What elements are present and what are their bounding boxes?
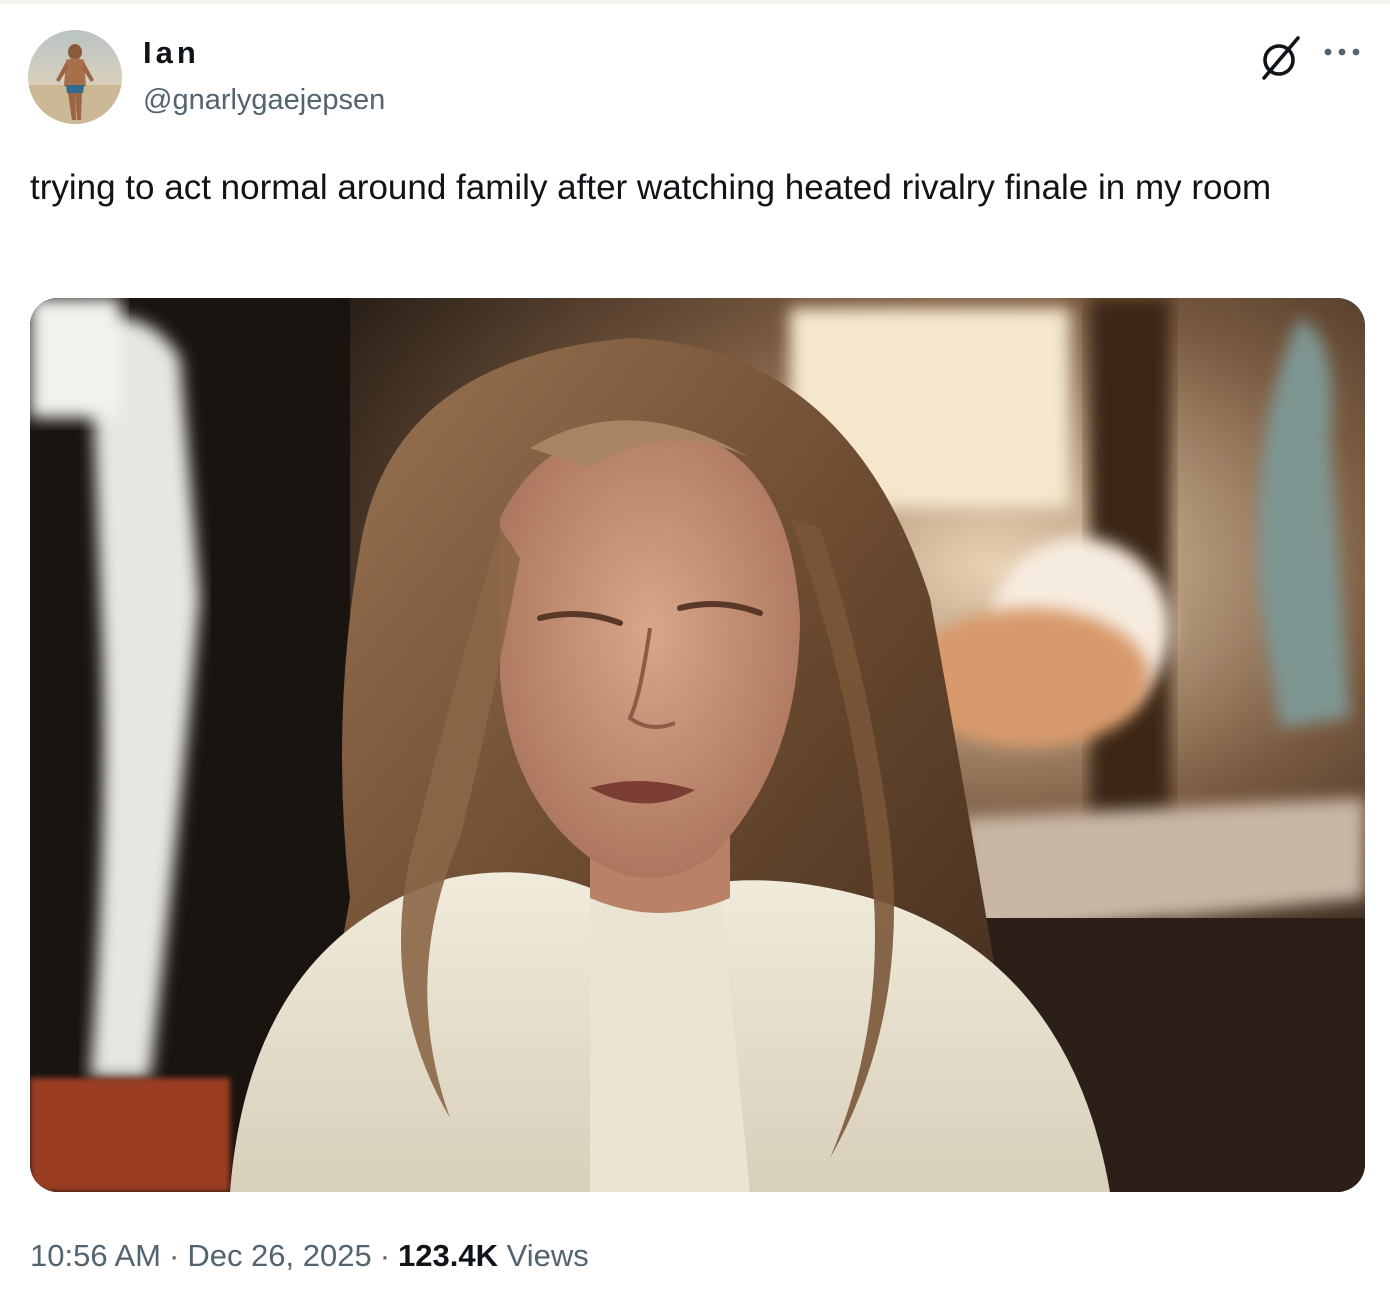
tweet-meta: 10:56 AM · Dec 26, 2025 · 123.4K Views [30,1238,589,1274]
avatar-image [28,30,122,124]
meta-separator: · [168,1238,180,1273]
views-count: 123.4K [398,1238,499,1273]
tweet-time[interactable]: 10:56 AM [30,1238,161,1273]
user-handle[interactable]: @gnarlygaejepsen [143,84,385,116]
tweet-card: Ian @gnarlygaejepsen trying to act norma… [0,0,1390,1308]
photo-of-woman-in-cafe [30,298,1365,1192]
views-label: Views [506,1238,589,1273]
more-icon[interactable] [1320,38,1364,66]
tweet-date[interactable]: Dec 26, 2025 [187,1238,371,1273]
avatar[interactable] [28,30,122,124]
top-divider [0,0,1390,4]
display-name[interactable]: Ian [143,36,200,70]
meta-separator: · [379,1238,391,1273]
grok-icon[interactable] [1256,34,1304,82]
tweet-media[interactable] [30,298,1365,1192]
tweet-text: trying to act normal around family after… [30,168,1272,207]
